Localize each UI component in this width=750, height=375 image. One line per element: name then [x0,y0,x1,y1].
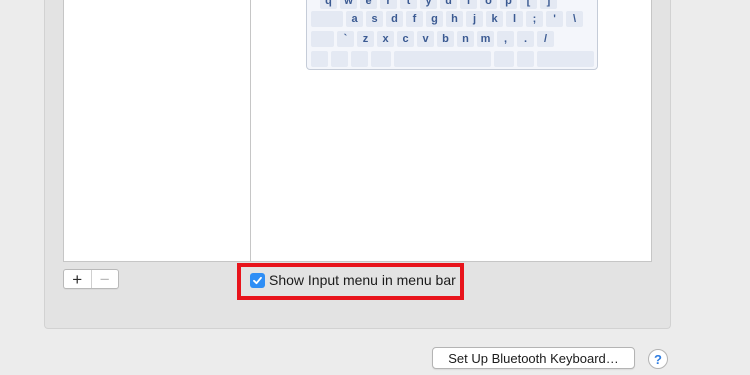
key: g [426,11,443,27]
key: k [486,11,503,27]
key: p [500,0,517,9]
show-input-menu-checkbox[interactable] [250,273,265,288]
key: j [466,11,483,27]
input-source-list[interactable] [63,0,251,262]
help-button[interactable]: ? [648,349,668,369]
key-caps [311,11,343,27]
key: ' [546,11,563,27]
key: z [357,31,374,47]
add-source-button[interactable]: + [64,270,91,288]
key: [ [520,0,537,9]
key: l [506,11,523,27]
key: / [537,31,554,47]
key: o [480,0,497,9]
key: v [417,31,434,47]
key-arrows [537,51,594,67]
keyboard-row-top: q w e r t y u i o p[] [320,0,560,9]
key: . [517,31,534,47]
key-option-right [517,51,534,67]
keyboard-row-bottom: ` z x c v b n m,. / [311,31,557,47]
keyboard-row-space [311,51,597,67]
setup-bluetooth-keyboard-button[interactable]: Set Up Bluetooth Keyboard… [432,347,635,369]
key: m [477,31,494,47]
key-fn [311,51,328,67]
key: h [446,11,463,27]
key-option [351,51,368,67]
key-command [371,51,391,67]
show-input-menu-label[interactable]: Show Input menu in menu bar [269,272,456,288]
key: q [320,0,337,9]
key: c [397,31,414,47]
key: r [380,0,397,9]
key: x [377,31,394,47]
key: t [400,0,417,9]
key: w [340,0,357,9]
key-shift [311,31,334,47]
key: u [440,0,457,9]
key: ; [526,11,543,27]
source-list-buttons: + − [63,269,119,289]
key: \ [566,11,583,27]
key-control [331,51,348,67]
key: b [437,31,454,47]
remove-source-button[interactable]: − [90,270,119,288]
key: y [420,0,437,9]
keyboard-layout-preview: q w e r t y u i o p[] a s d f g h j k l; ' \ ` z x c v b n m,. / [306,0,598,70]
key: i [460,0,477,9]
key: d [386,11,403,27]
key-command-right [494,51,514,67]
key: ` [337,31,354,47]
key: ] [540,0,557,9]
key: a [346,11,363,27]
key: e [360,0,377,9]
keyboard-row-home: a s d f g h j k l; ' \ [311,11,586,27]
key: n [457,31,474,47]
key-space [394,51,491,67]
key: , [497,31,514,47]
key: f [406,11,423,27]
key: s [366,11,383,27]
checkmark-icon [253,276,262,285]
